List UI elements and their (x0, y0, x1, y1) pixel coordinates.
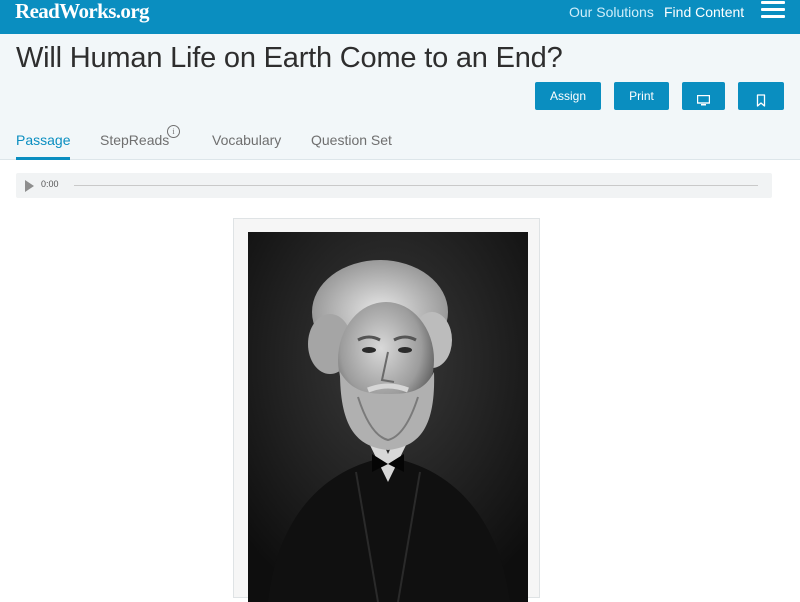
portrait-photo (248, 232, 528, 602)
top-navigation-bar: ReadWorks.org Our Solutions Find Content (0, 0, 800, 34)
portrait-illustration (248, 232, 528, 602)
tab-passage[interactable]: Passage (16, 130, 71, 160)
passage-image-frame (233, 218, 540, 602)
nav-find-content[interactable]: Find Content (664, 4, 744, 20)
audio-time: 0:00 (41, 179, 59, 189)
info-icon[interactable]: i (167, 125, 180, 138)
tab-stepreads-label: StepReads (100, 132, 170, 148)
audio-player: 0:00 (16, 173, 772, 198)
print-button[interactable]: Print (614, 82, 669, 110)
bookmark-button[interactable] (738, 82, 784, 110)
tab-vocabulary[interactable]: Vocabulary (212, 130, 281, 157)
assign-button[interactable]: Assign (535, 82, 601, 110)
bookmark-icon (756, 93, 766, 107)
passage-tabs: Passage StepReads i Vocabulary Question … (0, 125, 800, 160)
hamburger-menu-icon[interactable] (761, 1, 785, 19)
tab-question-set[interactable]: Question Set (311, 130, 392, 157)
tab-stepreads[interactable]: StepReads (100, 130, 169, 157)
page-title: Will Human Life on Earth Come to an End? (16, 42, 563, 74)
nav-our-solutions[interactable]: Our Solutions (569, 4, 654, 20)
play-icon[interactable] (25, 180, 34, 192)
present-button[interactable] (682, 82, 725, 110)
audio-progress-track[interactable] (74, 185, 758, 186)
readworks-logo[interactable]: ReadWorks.org (15, 0, 150, 24)
monitor-icon (697, 94, 710, 105)
article-header: Will Human Life on Earth Come to an End?… (0, 34, 800, 160)
